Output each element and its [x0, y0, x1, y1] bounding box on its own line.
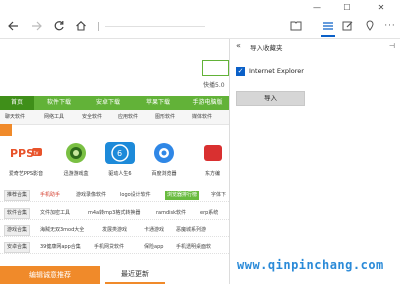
- tag-link[interactable]: 恶魔城系列游: [176, 226, 206, 235]
- app-logo-icon: [201, 142, 224, 164]
- tag-row: 推荐合集 手机助手 游戏录像软件 logo设计软件 浏览器排行榜 字体下: [0, 189, 229, 202]
- nav-tab-android[interactable]: 安卓下载: [88, 96, 128, 110]
- arrow-left-icon[interactable]: [4, 18, 22, 34]
- tag-row: 游戏合集 海贼无双3mod大全 发展类游戏 卡通游戏 恶魔城系列游: [0, 224, 229, 237]
- app-card[interactable]: 东方编: [196, 142, 229, 177]
- title-bar: — ☐ ✕: [0, 0, 400, 14]
- svg-text:tv: tv: [34, 151, 39, 157]
- tag-link[interactable]: erp系统: [200, 209, 218, 218]
- tag-link[interactable]: 游戏录像软件: [76, 191, 106, 200]
- import-favorites-panel: « 导入收藏夹 ⊣ ✓ Internet Explorer 导入: [229, 39, 400, 284]
- app-label[interactable]: 迅游游戏盒: [56, 170, 96, 177]
- row-label: 软件合集: [4, 208, 31, 219]
- tag-link[interactable]: 手机透明桌面软: [176, 243, 211, 252]
- row-label: 推荐合集: [4, 190, 31, 201]
- address-underline: [105, 26, 205, 27]
- hub-icon[interactable]: [318, 18, 338, 37]
- site-sub-nav: 聊天软件 网络工具 安全软件 应用软件 图形软件 媒体软件: [0, 110, 229, 125]
- pin-icon[interactable]: ⊣: [389, 42, 395, 50]
- share-icon[interactable]: [360, 18, 380, 34]
- tag-link[interactable]: 手机助手: [40, 191, 60, 200]
- tag-row: 安卓合集 39健康网app合集 手机网贷软件 保险app 手机透明桌面软: [0, 241, 229, 254]
- app-card[interactable]: 迅游游戏盒: [56, 142, 96, 177]
- home-icon[interactable]: [72, 18, 90, 34]
- ellipsis-icon[interactable]: ···: [380, 18, 400, 34]
- tag-row: 软件合集 文件加密工具 m4a转mp3格式转换器 ramdisk软件 erp系统: [0, 207, 229, 220]
- tag-link[interactable]: 浏览器排行榜: [165, 191, 200, 200]
- star-icon[interactable]: [296, 18, 316, 34]
- svg-text:6: 6: [117, 149, 122, 158]
- close-icon[interactable]: ✕: [370, 0, 392, 14]
- tag-link[interactable]: logo设计软件: [120, 191, 151, 200]
- sub-tab-network[interactable]: 网络工具: [44, 110, 64, 124]
- arrow-right-icon[interactable]: [28, 18, 46, 34]
- featured-badge: [0, 124, 12, 136]
- ie-checkbox[interactable]: ✓: [236, 67, 245, 76]
- promo-text[interactable]: 快播5.0: [203, 80, 225, 89]
- nav-tab-software[interactable]: 软件下载: [40, 96, 78, 110]
- app-card[interactable]: 百度浏览器: [144, 142, 184, 177]
- nav-tab-apple[interactable]: 苹果下载: [138, 96, 178, 110]
- refresh-icon[interactable]: [50, 18, 68, 34]
- svg-text:PPS: PPS: [10, 147, 34, 160]
- maximize-icon[interactable]: ☐: [336, 0, 358, 14]
- tag-link[interactable]: 保险app: [144, 243, 163, 252]
- app-card[interactable]: PPS tv 爱奇艺PPS影音: [6, 142, 46, 177]
- ie-checkbox-label[interactable]: Internet Explorer: [249, 67, 304, 75]
- app-label[interactable]: 驱动人生6: [100, 170, 140, 177]
- latest-updates-tab[interactable]: 最近更新: [105, 266, 165, 284]
- address-bar[interactable]: [95, 19, 215, 33]
- pps-logo-icon: PPS tv: [9, 142, 43, 164]
- tag-link[interactable]: 手机网贷软件: [94, 243, 124, 252]
- nav-tab-home[interactable]: 首页: [0, 96, 34, 110]
- sub-tab-security[interactable]: 安全软件: [82, 110, 102, 124]
- tag-link[interactable]: 字体下: [211, 191, 226, 200]
- sub-tab-media[interactable]: 媒体软件: [192, 110, 212, 124]
- nav-tab-mobile-games[interactable]: 手游电脑版: [186, 96, 229, 110]
- sub-tab-chat[interactable]: 聊天软件: [5, 110, 25, 124]
- editor-picks-tab[interactable]: 编辑诚意推荐: [0, 266, 100, 284]
- tag-link[interactable]: 文件加密工具: [40, 209, 70, 218]
- app-card[interactable]: 6 驱动人生6: [100, 142, 140, 177]
- watermark-text: www.qinpinchang.com: [237, 258, 384, 272]
- minimize-icon[interactable]: —: [306, 0, 328, 14]
- site-search-box[interactable]: [202, 60, 229, 76]
- game-controller-icon: [65, 142, 87, 164]
- site-main-nav: 首页 软件下载 安卓下载 苹果下载 手游电脑版: [0, 96, 229, 110]
- browser-icon: [153, 142, 175, 164]
- navigation-bar: ···: [0, 14, 400, 39]
- tag-link[interactable]: 发展类游戏: [102, 226, 127, 235]
- address-cursor: [98, 22, 99, 31]
- row-label: 安卓合集: [4, 242, 31, 253]
- panel-header: « 导入收藏夹 ⊣: [230, 39, 400, 55]
- row-label: 游戏合集: [4, 225, 31, 236]
- panel-back-button[interactable]: «: [236, 41, 241, 50]
- driver-life-icon: 6: [105, 142, 135, 164]
- panel-title: 导入收藏夹: [250, 44, 283, 52]
- app-label[interactable]: 百度浏览器: [144, 170, 184, 177]
- app-label[interactable]: 爱奇艺PPS影音: [6, 170, 46, 177]
- tag-link[interactable]: 卡通游戏: [144, 226, 164, 235]
- tag-link[interactable]: m4a转mp3格式转换器: [88, 209, 140, 218]
- tag-link[interactable]: 海贼无双3mod大全: [40, 226, 84, 235]
- sub-tab-apps[interactable]: 应用软件: [118, 110, 138, 124]
- tag-link[interactable]: 39健康网app合集: [40, 243, 81, 252]
- sub-tab-graphics[interactable]: 图形软件: [155, 110, 175, 124]
- tag-link[interactable]: ramdisk软件: [156, 209, 186, 218]
- import-button[interactable]: 导入: [236, 91, 305, 106]
- pen-icon[interactable]: [338, 18, 358, 34]
- app-label[interactable]: 东方编: [196, 170, 229, 177]
